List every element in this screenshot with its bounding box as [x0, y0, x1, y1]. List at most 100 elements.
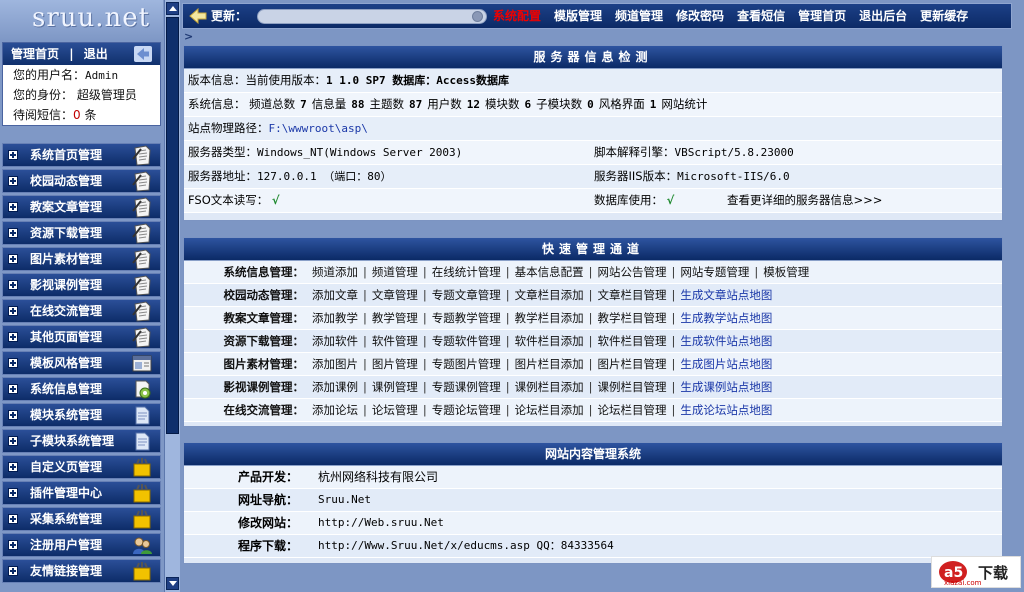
expand-icon[interactable] — [8, 488, 18, 498]
expand-icon[interactable] — [8, 436, 18, 446]
site-stats-link[interactable]: 网站统计 — [661, 97, 707, 111]
quick-access-link[interactable]: 生成图片站点地图 — [680, 357, 772, 371]
expand-icon[interactable] — [8, 540, 18, 550]
quick-access-link[interactable]: 生成教学站点地图 — [680, 311, 772, 325]
sidebar-item-13[interactable]: 自定义页管理 — [2, 455, 161, 479]
sidebar-item-8[interactable]: 其他页面管理 — [2, 325, 161, 349]
quick-access-link[interactable]: 课例栏目管理 — [598, 380, 667, 394]
expand-icon[interactable] — [8, 280, 18, 290]
quick-access-link[interactable]: 添加教学 — [312, 311, 358, 325]
quick-access-link[interactable]: 论坛栏目添加 — [515, 403, 584, 417]
quick-access-link[interactable]: 生成论坛站点地图 — [680, 403, 772, 417]
cms-info-value[interactable]: Sruu.Net — [318, 489, 371, 511]
more-server-info-link[interactable]: 查看更详细的服务器信息>>> — [727, 189, 882, 212]
scroll-down-icon[interactable] — [166, 577, 179, 590]
sidebar-item-6[interactable]: 影视课例管理 — [2, 273, 161, 297]
quick-access-link[interactable]: 生成文章站点地图 — [680, 288, 772, 302]
top-nav-item[interactable]: 管理首页 — [798, 4, 846, 28]
top-nav-item[interactable]: 退出后台 — [859, 4, 907, 28]
top-nav-item[interactable]: 修改密码 — [676, 4, 724, 28]
cms-info-value[interactable]: http://Www.Sruu.Net/x/educms.asp QQ：8433… — [318, 535, 614, 557]
sidebar-item-11[interactable]: 模块系统管理 — [2, 403, 161, 427]
expand-icon[interactable] — [8, 176, 18, 186]
quick-access-link[interactable]: 专题教学管理 — [432, 311, 501, 325]
quick-access-link[interactable]: 频道添加 — [312, 265, 358, 279]
quick-access-link[interactable]: 软件管理 — [372, 334, 418, 348]
quick-access-link[interactable]: 基本信息配置 — [515, 265, 584, 279]
quick-access-link[interactable]: 论坛栏目管理 — [598, 403, 667, 417]
sidebar-item-17[interactable]: 友情链接管理 — [2, 559, 161, 583]
quick-access-link[interactable]: 添加软件 — [312, 334, 358, 348]
scroll-up-icon[interactable] — [166, 2, 179, 15]
quick-access-link[interactable]: 生成软件站点地图 — [680, 334, 772, 348]
sidebar-item-16[interactable]: 注册用户管理 — [2, 533, 161, 557]
logout-link[interactable]: 退出 — [84, 47, 108, 61]
expand-icon[interactable] — [8, 384, 18, 394]
quick-access-link[interactable]: 频道管理 — [372, 265, 418, 279]
sidebar-item-1[interactable]: 系统首页管理 — [2, 143, 161, 167]
scroll-thumb[interactable] — [166, 17, 179, 434]
sidebar-item-2[interactable]: 校园动态管理 — [2, 169, 161, 193]
quick-access-link[interactable]: 图片管理 — [372, 357, 418, 371]
quick-access-link[interactable]: 生成课例站点地图 — [680, 380, 772, 394]
expand-icon[interactable] — [8, 332, 18, 342]
expand-icon[interactable] — [8, 202, 18, 212]
sidebar-item-10[interactable]: 系统信息管理 — [2, 377, 161, 401]
quick-access-link[interactable]: 教学管理 — [372, 311, 418, 325]
admin-home-link[interactable]: 管理首页 — [11, 47, 59, 61]
expand-icon[interactable] — [8, 462, 18, 472]
expand-icon[interactable] — [8, 566, 18, 576]
quick-access-link[interactable]: 专题课例管理 — [432, 380, 501, 394]
sidebar-item-14[interactable]: 插件管理中心 — [2, 481, 161, 505]
expand-icon[interactable] — [8, 514, 18, 524]
quick-access-link[interactable]: 网站公告管理 — [598, 265, 667, 279]
quick-access-link[interactable]: 在线统计管理 — [432, 265, 501, 279]
sidebar-scrollbar[interactable] — [164, 0, 180, 592]
sidebar-item-9[interactable]: 模板风格管理 — [2, 351, 161, 375]
quick-access-link[interactable]: 文章管理 — [372, 288, 418, 302]
sidebar-item-15[interactable]: 采集系统管理 — [2, 507, 161, 531]
cms-info-value[interactable]: http://Web.sruu.Net — [318, 512, 444, 534]
expand-icon[interactable] — [8, 228, 18, 238]
quick-access-link[interactable]: 课例管理 — [372, 380, 418, 394]
quick-access-link[interactable]: 教学栏目管理 — [598, 311, 667, 325]
sidebar-item-5[interactable]: 图片素材管理 — [2, 247, 161, 271]
quick-access-link[interactable]: 模板管理 — [763, 265, 809, 279]
quick-access-link[interactable]: 图片栏目管理 — [598, 357, 667, 371]
top-nav-item[interactable]: 系统配置 — [493, 4, 541, 28]
ticker-button-icon[interactable] — [472, 11, 483, 22]
expand-icon[interactable] — [8, 306, 18, 316]
expand-icon[interactable] — [8, 254, 18, 264]
top-nav-item[interactable]: 更新缓存 — [920, 4, 968, 28]
quick-access-link[interactable]: 课例栏目添加 — [515, 380, 584, 394]
sidebar-item-7[interactable]: 在线交流管理 — [2, 299, 161, 323]
quick-access-link[interactable]: 专题软件管理 — [432, 334, 501, 348]
collapse-arrow-icon[interactable] — [134, 46, 152, 62]
expand-icon[interactable] — [8, 410, 18, 420]
quick-access-link[interactable]: 软件栏目管理 — [598, 334, 667, 348]
sidebar-item-12[interactable]: 子模块系统管理 — [2, 429, 161, 453]
quick-access-link[interactable]: 文章栏目添加 — [515, 288, 584, 302]
sidebar-item-4[interactable]: 资源下载管理 — [2, 221, 161, 245]
quick-access-link[interactable]: 添加图片 — [312, 357, 358, 371]
quick-access-link[interactable]: 添加课例 — [312, 380, 358, 394]
quick-access-link[interactable]: 软件栏目添加 — [515, 334, 584, 348]
quick-access-link[interactable]: 教学栏目添加 — [515, 311, 584, 325]
quick-access-link[interactable]: 添加论坛 — [312, 403, 358, 417]
expand-icon[interactable] — [8, 150, 18, 160]
quick-access-link[interactable]: 专题图片管理 — [432, 357, 501, 371]
sidebar-item-3[interactable]: 教案文章管理 — [2, 195, 161, 219]
quick-access-link[interactable]: 图片栏目添加 — [515, 357, 584, 371]
quick-access-link[interactable]: 专题文章管理 — [432, 288, 501, 302]
news-ticker[interactable] — [257, 9, 487, 24]
quick-access-link[interactable]: 网站专题管理 — [680, 265, 749, 279]
expand-icon[interactable] — [8, 358, 18, 368]
quick-access-link[interactable]: 添加文章 — [312, 288, 358, 302]
top-nav-item[interactable]: 频道管理 — [615, 4, 663, 28]
quick-access-link[interactable]: 文章栏目管理 — [598, 288, 667, 302]
quick-access-link[interactable]: 论坛管理 — [372, 403, 418, 417]
unread-count[interactable]: 0 — [73, 108, 81, 122]
back-arrow-icon[interactable] — [188, 8, 208, 24]
top-nav-item[interactable]: 模版管理 — [554, 4, 602, 28]
top-nav-item[interactable]: 查看短信 — [737, 4, 785, 28]
